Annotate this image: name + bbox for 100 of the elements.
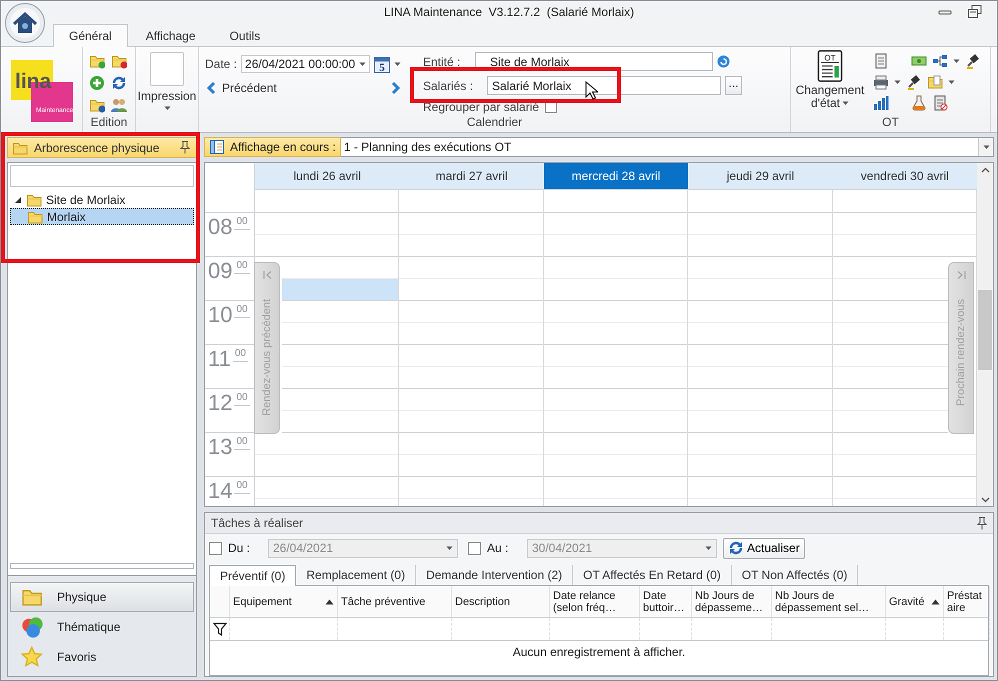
ribbon-tab[interactable]: Affichage (130, 24, 212, 47)
folder-edit-icon[interactable] (89, 97, 105, 113)
browse-button[interactable]: ... (725, 76, 742, 96)
field-label: Date : (205, 57, 238, 71)
day-header[interactable]: mercredi 28 avril (544, 163, 688, 190)
empty-message: Aucun enregistrement à afficher. (512, 644, 686, 659)
sort-ascending-icon (931, 598, 940, 604)
network-icon[interactable] (932, 53, 948, 69)
hour-label: 14 (208, 480, 232, 502)
column-header[interactable]: Tâche préventive (338, 586, 452, 617)
hour-label: 12 (208, 392, 232, 414)
nav-button[interactable]: Physique (10, 582, 194, 612)
tree-item[interactable]: Site de Morlaix (10, 191, 194, 208)
window-title: LINA Maintenance V3.12.7.2 (Salarié Morlaix) (382, 5, 636, 19)
document-blocked-icon[interactable] (932, 95, 948, 111)
hour-label: 08 (208, 216, 232, 238)
impression-button[interactable]: Impression (136, 47, 198, 115)
skip-start-icon (262, 271, 272, 279)
minute-label: 00 (234, 436, 250, 450)
caret-icon (359, 62, 366, 66)
caret-icon (842, 101, 849, 106)
search-field[interactable] (10, 165, 194, 187)
sort-ascending-icon (325, 598, 334, 604)
field-label: Du : (228, 541, 252, 555)
day-header[interactable]: mardi 27 avril (399, 163, 544, 190)
pin-icon[interactable] (975, 516, 989, 530)
column-header[interactable]: Equipement (230, 586, 338, 617)
minute-label: 00 (234, 480, 250, 494)
flask-icon[interactable] (911, 95, 927, 111)
state-change-button[interactable]: OT Changement d'état (793, 47, 867, 110)
day-header[interactable]: lundi 26 avril (255, 163, 400, 190)
hour-label: 11 (208, 348, 231, 370)
chevron-right-icon[interactable] (389, 81, 401, 95)
filter-icon[interactable] (213, 622, 227, 636)
skip-end-icon (956, 271, 966, 279)
vertical-scrollbar[interactable] (977, 190, 993, 506)
caret-icon (164, 106, 170, 111)
time-slot[interactable] (282, 279, 398, 301)
group-label: Edition (90, 115, 128, 131)
column-header[interactable]: Date buttoir… (640, 586, 692, 617)
day-header[interactable]: vendredi 30 avril (832, 163, 978, 190)
nav-button[interactable]: Thématique (10, 612, 194, 642)
group-label: Calendrier (466, 115, 524, 131)
restore-icon[interactable] (967, 4, 983, 20)
folder-remove-icon[interactable] (111, 53, 127, 69)
minute-label: 00 (234, 304, 250, 318)
caret-icon (446, 546, 453, 550)
view-label: Affichage en cours : (204, 137, 341, 157)
group-label: OT (881, 115, 900, 131)
work-order-icon: OT (817, 50, 843, 82)
folder-icon[interactable] (927, 74, 943, 90)
tab[interactable]: Préventif (0) (209, 565, 296, 586)
caret-icon (894, 80, 901, 84)
column-header[interactable]: Nb Jours de dépassement sel… (772, 586, 886, 617)
document-icon[interactable] (873, 53, 889, 69)
day-header[interactable]: jeudi 29 avril (688, 163, 833, 190)
column-header[interactable]: Préstataire (944, 586, 990, 617)
date-field[interactable]: 26/04/2021 00:00:00 (241, 55, 370, 73)
refresh-button[interactable]: Actualiser (723, 538, 805, 558)
column-header[interactable]: Description (452, 586, 550, 617)
printer-icon[interactable] (873, 74, 889, 90)
field-label: Regrouper par salarié (423, 100, 540, 114)
column-header[interactable]: Date relance (selon fréq… (550, 586, 640, 617)
add-icon[interactable] (89, 75, 105, 91)
tree-item[interactable]: Morlaix (10, 208, 194, 225)
panel-title: Arborescence physique (34, 140, 160, 154)
calendar-icon[interactable]: 5 (374, 56, 390, 72)
minute-label: 00 (234, 260, 250, 274)
previous-button[interactable]: Précédent (205, 81, 277, 95)
view-dropdown[interactable]: 1 - Planning des exécutions OT (340, 137, 994, 157)
nav-button[interactable]: Favoris (10, 642, 194, 672)
ribbon-tab[interactable]: Outils (214, 24, 276, 47)
hour-label: 10 (208, 304, 232, 326)
ribbon-tab[interactable]: Général (53, 24, 128, 47)
folder-plus-icon[interactable] (89, 53, 105, 69)
bar-chart-icon[interactable] (873, 95, 889, 111)
scrollbar-thumb[interactable] (978, 290, 992, 370)
collapse-triangle-icon[interactable] (14, 196, 22, 204)
panel-title: Tâches à réaliser (211, 516, 304, 530)
employees-field[interactable]: Salarié Morlaix (487, 76, 721, 96)
chevron-left-icon (205, 81, 217, 95)
pin-icon[interactable] (178, 140, 192, 155)
minute-label: 00 (232, 348, 248, 362)
caret-icon (953, 58, 960, 64)
column-header[interactable]: Nb Jours de dépasseme… (692, 586, 772, 617)
caret-icon (394, 62, 401, 66)
cursor-icon (585, 81, 598, 100)
people-icon[interactable] (111, 97, 127, 113)
minute-label: 00 (234, 216, 250, 230)
hour-label: 09 (208, 260, 232, 282)
caret-icon (948, 80, 955, 84)
field-label: Entité : (423, 54, 462, 69)
refresh-icon[interactable] (111, 75, 127, 91)
star-icon (21, 646, 43, 668)
circles-icon (21, 616, 43, 638)
layout-icon (209, 139, 225, 155)
field-label: Au : (487, 541, 510, 555)
scroll-up-icon[interactable] (980, 167, 990, 173)
column-header[interactable]: Gravité (886, 586, 944, 617)
caret-icon (705, 546, 712, 550)
